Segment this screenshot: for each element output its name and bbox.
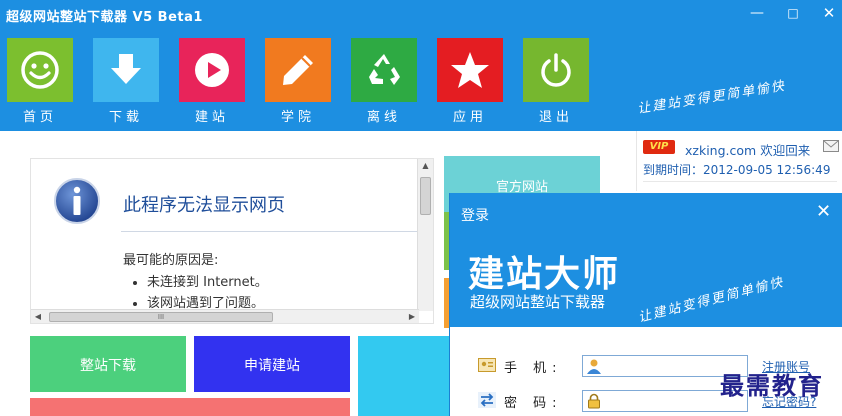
list-item: 未连接到 Internet。: [147, 271, 268, 292]
header-slogan: 让建站变得更简单愉快: [636, 78, 787, 117]
lock-icon: [588, 393, 600, 409]
nav-item-apps[interactable]: 应用: [437, 38, 503, 125]
nav-item-build[interactable]: 建站: [179, 38, 245, 125]
phone-label: 手 机:: [504, 361, 563, 376]
nav-label-academy: 学院: [280, 110, 315, 125]
nav-label-download: 下载: [108, 110, 143, 125]
divider: [121, 231, 417, 232]
download-arrow-icon: [111, 54, 141, 84]
user-panel: VIP xzking.com 欢迎回来 到期时间：2012-09-05 12:5…: [636, 131, 842, 191]
password-label: 密 码:: [504, 396, 563, 411]
nav-item-home[interactable]: 首页: [7, 38, 73, 125]
welcome-label: 欢迎回来: [760, 143, 811, 158]
minimize-button[interactable]: —: [744, 2, 770, 24]
nav-label-offline: 离线: [366, 110, 401, 125]
error-reason-label: 最可能的原因是:: [123, 253, 219, 268]
id-card-icon: [478, 358, 496, 372]
welcome-text: xzking.com 欢迎回来: [685, 140, 810, 159]
site-download-button[interactable]: 整站下载: [30, 336, 186, 392]
nav-tile-apps: [437, 38, 503, 102]
nav-tile-exit: [523, 38, 589, 102]
nav-label-exit: 退出: [538, 110, 573, 125]
error-title: 此程序无法显示网页: [123, 195, 285, 216]
nav-item-exit[interactable]: 退出: [523, 38, 589, 125]
nav-tile-build: [179, 38, 245, 102]
horizontal-scrollbar[interactable]: ◀ III ▶: [31, 309, 419, 323]
scroll-thumb[interactable]: III: [49, 312, 273, 322]
nav-tile-home: [7, 38, 73, 102]
scroll-left-icon[interactable]: ◀: [31, 310, 45, 324]
error-reason-list: 未连接到 Internet。 该网站遇到了问题。: [147, 271, 268, 313]
nav-label-build: 建站: [194, 110, 229, 125]
nav-label-apps: 应用: [452, 110, 487, 125]
vip-badge: VIP: [643, 140, 675, 154]
star-icon: [451, 52, 489, 88]
nav-tile-academy: [265, 38, 331, 102]
brand-slogan: 让建站变得更简单愉快: [636, 274, 786, 326]
smiley-icon: [21, 51, 59, 89]
expire-time: 到期时间：2012-09-05 12:56:49: [643, 163, 831, 177]
window-title: 超级网站整站下载器 V5 Beta1: [6, 10, 203, 25]
maximize-button[interactable]: □: [780, 2, 806, 24]
vertical-scrollbar[interactable]: ▲: [417, 159, 433, 311]
mail-icon[interactable]: [823, 139, 839, 153]
play-icon: [195, 53, 229, 87]
swap-arrows-icon: [478, 392, 496, 408]
login-header: 登录 ✕ 建站大师 超级网站整站下载器 让建站变得更简单愉快: [450, 193, 842, 327]
close-button[interactable]: ✕: [816, 2, 842, 24]
scroll-right-icon[interactable]: ▶: [405, 310, 419, 324]
login-title: 登录: [461, 208, 489, 224]
recycle-icon: [369, 54, 400, 85]
pencil-icon: [283, 55, 313, 85]
scroll-thumb[interactable]: [420, 177, 431, 215]
brand-subtitle: 超级网站整站下载器: [470, 293, 606, 311]
divider: [643, 181, 837, 182]
nav-tile-download: [93, 38, 159, 102]
embedded-browser: 此程序无法显示网页 最可能的原因是: 未连接到 Internet。 该网站遇到了…: [30, 158, 434, 324]
tile-cyan[interactable]: [358, 336, 450, 416]
nav-label-home: 首页: [22, 110, 57, 125]
apply-build-button[interactable]: 申请建站: [194, 336, 350, 392]
nav-tile-offline: [351, 38, 417, 102]
nav-item-academy[interactable]: 学院: [265, 38, 331, 125]
brand-name: 建站大师: [468, 254, 621, 295]
nav-item-offline[interactable]: 离线: [351, 38, 417, 125]
scroll-up-icon[interactable]: ▲: [418, 159, 433, 173]
nav-item-download[interactable]: 下载: [93, 38, 159, 125]
tile-pink[interactable]: [30, 398, 350, 416]
power-icon: [541, 53, 571, 87]
login-close-button[interactable]: ✕: [816, 201, 831, 222]
info-icon: [54, 178, 100, 224]
watermark: 最需教育: [720, 371, 824, 400]
user-icon: [587, 359, 601, 374]
app-header: 超级网站整站下载器 V5 Beta1 — □ ✕ 首页 下载 建站 学院 离线 …: [0, 0, 842, 131]
user-site[interactable]: xzking.com: [685, 143, 756, 158]
